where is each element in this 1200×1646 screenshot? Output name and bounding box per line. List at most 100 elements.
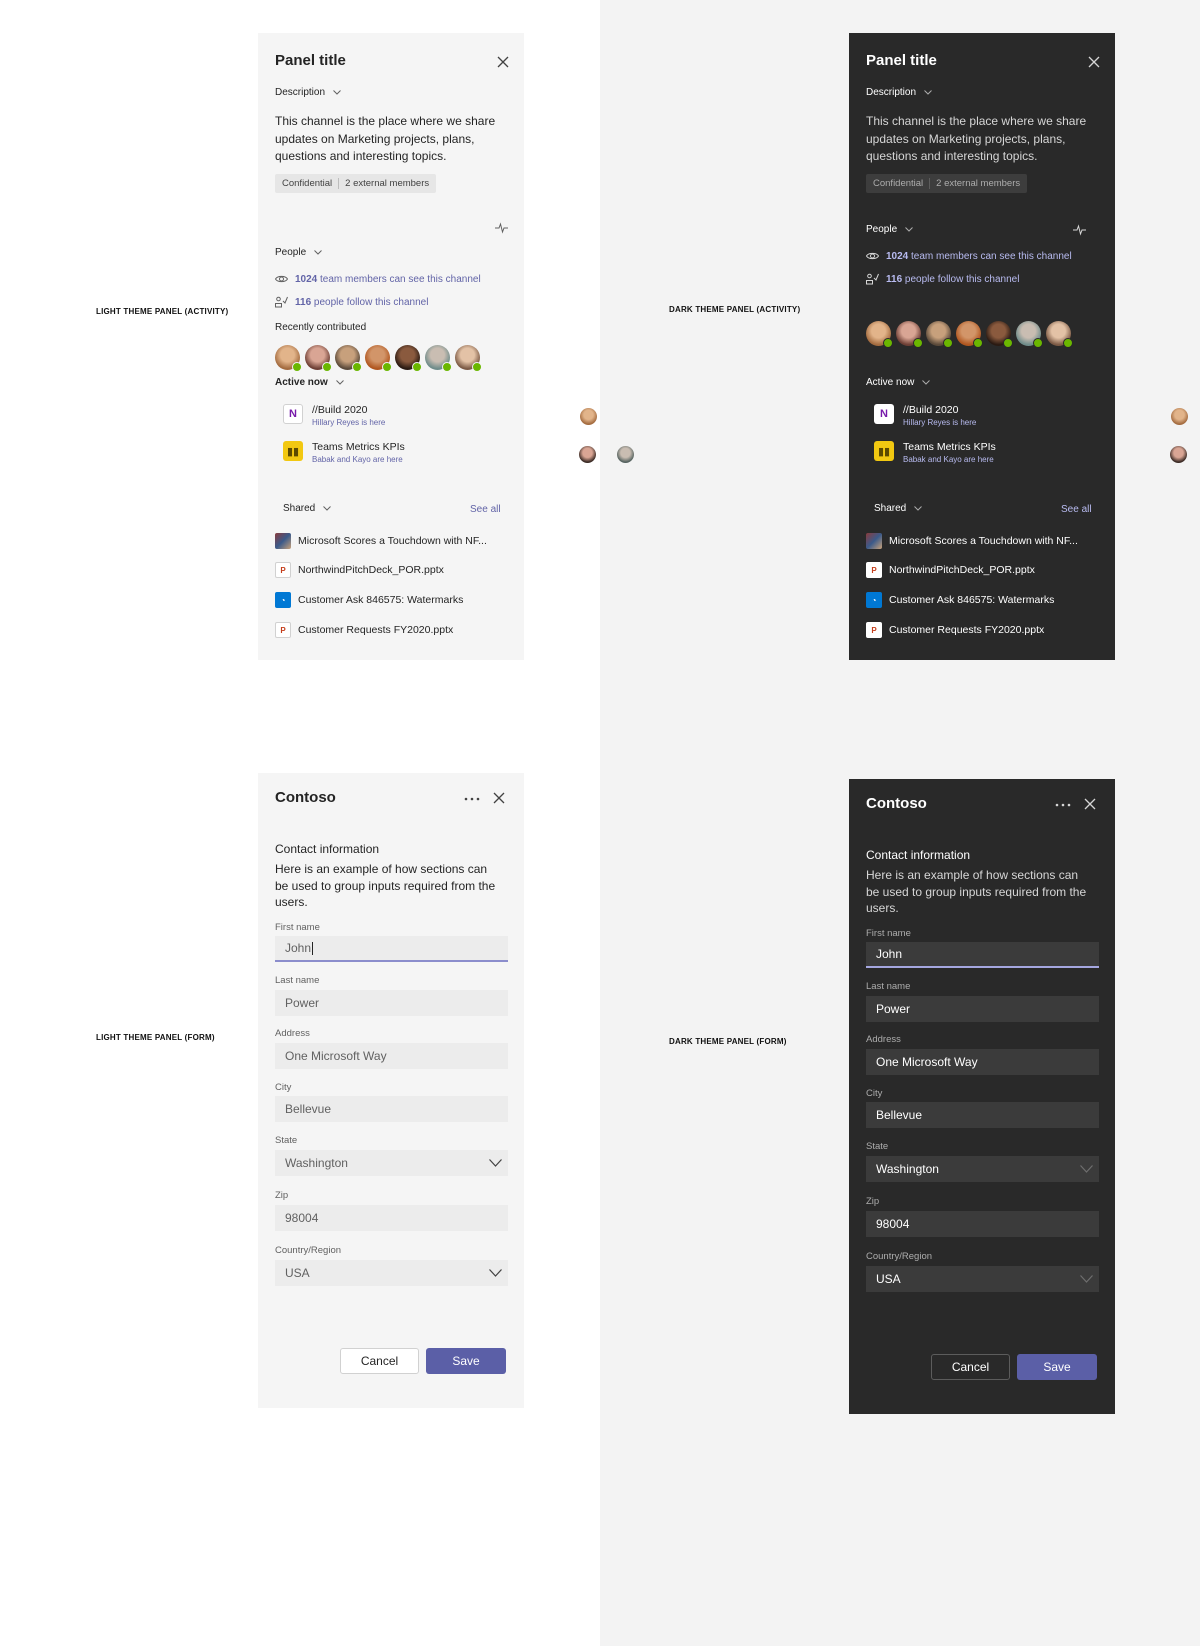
- avatar[interactable]: [896, 321, 923, 348]
- active-item-sub: Babak and Kayo are here: [903, 455, 994, 464]
- people-header[interactable]: People: [866, 224, 913, 235]
- followers-stat[interactable]: 116 people follow this channel: [275, 296, 428, 308]
- address-field[interactable]: One Microsoft Way: [275, 1043, 508, 1069]
- zip-field[interactable]: 98004: [866, 1211, 1099, 1237]
- cancel-button[interactable]: Cancel: [340, 1348, 419, 1374]
- avatar[interactable]: [956, 321, 983, 348]
- city-label: City: [866, 1088, 883, 1099]
- close-icon[interactable]: [492, 791, 506, 805]
- zip-field[interactable]: 98004: [275, 1205, 508, 1231]
- avatar[interactable]: [305, 345, 332, 372]
- state-label: State: [275, 1135, 298, 1146]
- shared-file[interactable]: ◔ Customer Ask 846575: Watermarks: [275, 592, 463, 608]
- address-value: One Microsoft Way: [285, 1049, 387, 1063]
- avatar[interactable]: [616, 446, 634, 463]
- members-stat[interactable]: 1024 team members can see this channel: [275, 273, 481, 285]
- caption-dark-activity: DARK THEME PANEL (ACTIVITY): [669, 305, 801, 314]
- section-description: Here is an example of how sections can b…: [275, 862, 496, 909]
- presence-available-icon: [1033, 338, 1043, 348]
- file-name: Customer Requests FY2020.pptx: [889, 624, 1045, 636]
- shared-file[interactable]: P Customer Requests FY2020.pptx: [275, 622, 453, 638]
- avatar[interactable]: [425, 345, 452, 372]
- avatar[interactable]: [455, 345, 482, 372]
- active-item[interactable]: ▮▮ Teams Metrics KPIs Babak and Kayo are…: [283, 441, 634, 464]
- shared-file[interactable]: Microsoft Scores a Touchdown with NF...: [275, 533, 487, 549]
- address-field[interactable]: One Microsoft Way: [866, 1049, 1099, 1075]
- address-value: One Microsoft Way: [876, 1055, 978, 1069]
- avatar[interactable]: [395, 345, 422, 372]
- description-header[interactable]: Description: [866, 87, 932, 98]
- people-header-label: People: [866, 224, 898, 235]
- avatar[interactable]: [866, 321, 893, 348]
- avatar[interactable]: [1169, 446, 1187, 463]
- last-name-field[interactable]: Power: [275, 990, 508, 1016]
- state-label: State: [866, 1141, 889, 1152]
- close-icon[interactable]: [1087, 55, 1101, 69]
- shared-file[interactable]: P NorthwindPitchDeck_POR.pptx: [275, 562, 444, 578]
- file-name: NorthwindPitchDeck_POR.pptx: [889, 564, 1035, 576]
- avatar[interactable]: [580, 408, 598, 425]
- active-item[interactable]: N //Build 2020 Hillary Reyes is here: [283, 404, 598, 427]
- chevron-down-icon: [335, 380, 344, 385]
- more-options-icon[interactable]: [464, 797, 480, 801]
- active-now-header[interactable]: Active now: [866, 377, 931, 388]
- shared-file[interactable]: Microsoft Scores a Touchdown with NF...: [866, 533, 1078, 549]
- first-name-field[interactable]: John: [275, 936, 508, 962]
- country-label: Country/Region: [275, 1245, 342, 1256]
- zip-value: 98004: [285, 1211, 319, 1225]
- active-now-header[interactable]: Active now: [275, 377, 344, 388]
- chevron-down-icon: [914, 506, 923, 511]
- state-select[interactable]: Washington: [866, 1156, 1099, 1182]
- followers-stat[interactable]: 116 people follow this channel: [866, 273, 1019, 285]
- avatar[interactable]: [1016, 321, 1043, 348]
- people-header[interactable]: People: [275, 247, 322, 258]
- save-button[interactable]: Save: [426, 1348, 506, 1374]
- activity-pulse-icon[interactable]: [495, 222, 508, 234]
- chevron-down-icon: [489, 1159, 502, 1167]
- description-header[interactable]: Description: [275, 87, 341, 98]
- avatar[interactable]: [578, 446, 596, 463]
- shared-file[interactable]: P NorthwindPitchDeck_POR.pptx: [866, 562, 1035, 578]
- see-all-link[interactable]: See all: [1061, 504, 1092, 515]
- image-thumbnail-icon: [866, 533, 882, 549]
- city-field[interactable]: Bellevue: [866, 1102, 1099, 1128]
- see-all-link[interactable]: See all: [470, 504, 501, 515]
- city-value: Bellevue: [285, 1102, 332, 1116]
- active-item-name: //Build 2020: [903, 404, 959, 416]
- first-name-field[interactable]: John: [866, 942, 1099, 968]
- avatar[interactable]: [1046, 321, 1073, 348]
- zip-label: Zip: [275, 1190, 289, 1201]
- more-options-icon[interactable]: [1055, 803, 1071, 807]
- avatar[interactable]: [986, 321, 1013, 348]
- shared-file[interactable]: P Customer Requests FY2020.pptx: [866, 622, 1044, 638]
- activity-pulse-icon[interactable]: [1073, 224, 1086, 236]
- country-select[interactable]: USA: [275, 1260, 508, 1286]
- shared-file[interactable]: ◔ Customer Ask 846575: Watermarks: [866, 592, 1054, 608]
- presence-available-icon: [1003, 338, 1013, 348]
- save-button[interactable]: Save: [1017, 1354, 1097, 1380]
- panel-title: Panel title: [275, 52, 346, 69]
- avatar[interactable]: [365, 345, 392, 372]
- close-icon[interactable]: [1083, 797, 1097, 811]
- avatar[interactable]: [275, 345, 302, 372]
- active-item[interactable]: N //Build 2020 Hillary Reyes is here: [874, 404, 1189, 427]
- last-name-field[interactable]: Power: [866, 996, 1099, 1022]
- active-item-sub: Babak and Kayo are here: [312, 455, 403, 464]
- city-field[interactable]: Bellevue: [275, 1096, 508, 1122]
- chevron-down-icon: [489, 1269, 502, 1277]
- contributors-avatars: [275, 345, 482, 372]
- shared-header-label: Shared: [283, 503, 316, 514]
- state-select[interactable]: Washington: [275, 1150, 508, 1176]
- avatar[interactable]: [335, 345, 362, 372]
- cancel-button[interactable]: Cancel: [931, 1354, 1010, 1380]
- country-select[interactable]: USA: [866, 1266, 1099, 1292]
- country-value: USA: [876, 1272, 901, 1286]
- shared-header[interactable]: Shared: [283, 503, 332, 514]
- active-item[interactable]: ▮▮ Teams Metrics KPIs Babak and Kayo are…: [874, 441, 1187, 464]
- last-name-label: Last name: [275, 975, 320, 986]
- onenote-icon: N: [283, 404, 303, 424]
- avatar[interactable]: [926, 321, 953, 348]
- close-icon[interactable]: [496, 55, 510, 69]
- shared-header[interactable]: Shared: [874, 503, 923, 514]
- members-stat[interactable]: 1024 team members can see this channel: [866, 250, 1072, 262]
